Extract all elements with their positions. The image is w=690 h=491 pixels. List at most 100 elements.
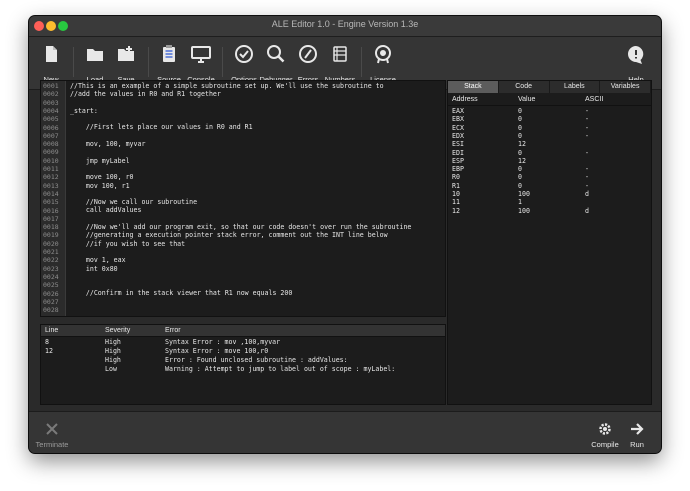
code-line[interactable] [70,273,445,281]
code-line[interactable] [70,99,445,107]
code-line[interactable]: move 100, r0 [70,173,445,181]
stack-row[interactable]: R0 0 - [448,173,651,181]
stack-row[interactable]: R1 0 - [448,182,651,190]
code-line[interactable] [70,132,445,140]
terminate-button[interactable]: Terminate [36,412,68,453]
line-number: 0009 [43,148,59,157]
stack-ascii: d [585,206,589,215]
stack-ascii: - [585,165,589,174]
stack-row[interactable]: ESP 12 [448,157,651,165]
stack-row[interactable]: EBX 0 - [448,115,651,123]
line-number: 0003 [43,98,59,107]
magnifier-icon [267,45,285,63]
stack-ascii: - [585,123,589,132]
stack-row[interactable]: 12 100 d [448,207,651,215]
error-severity: High [105,338,121,346]
stack-ascii: - [585,181,589,190]
line-number: 0010 [43,156,59,165]
code-line[interactable]: //First lets place our values in R0 and … [70,123,445,131]
code-line[interactable] [70,190,445,198]
line-number: 0026 [43,289,59,298]
code-line[interactable]: mov, 100, myvar [70,140,445,148]
code-line[interactable] [70,215,445,223]
stack-row[interactable]: 11 1 [448,198,651,206]
stack-row[interactable]: ESI 12 [448,140,651,148]
source-document-icon [163,45,175,62]
toolbar-separator [73,47,74,77]
error-pen-icon [299,45,317,63]
code-line[interactable] [70,115,445,123]
stack-value: 100 [518,190,530,198]
code-line[interactable]: //Confirm in the stack viewer that R1 no… [70,289,445,297]
stack-value: 12 [518,140,526,149]
tab-variables[interactable]: Variables [600,81,651,93]
checkmark-circle-icon [235,45,253,63]
line-number: 0002 [43,90,59,99]
line-number: 0019 [43,231,59,240]
stack-ascii: - [585,148,589,157]
tab-labels[interactable]: Labels [550,81,601,93]
stack-address: 11 [452,198,460,207]
stack-row[interactable]: ECX 0 - [448,124,651,132]
code-line[interactable] [70,248,445,256]
error-row[interactable]: 8 High Syntax Error : mov ,100,myvar [41,338,445,347]
stack-value: 0 [518,123,522,132]
tab-code[interactable]: Code [499,81,550,93]
code-line[interactable] [70,281,445,289]
code-line[interactable]: //add the values in R0 and R1 together [70,90,445,98]
stack-row[interactable]: EDI 0 - [448,149,651,157]
inspector-panel: Stack Code Labels Variables Address Value A… [447,80,652,405]
stack-row[interactable]: EBP 0 - [448,165,651,173]
line-number: 0005 [43,115,59,124]
run-button[interactable]: Run [625,412,649,453]
code-line[interactable]: //Now we call our subroutine [70,198,445,206]
bottom-action-bar: Terminate Compile Run [29,411,661,453]
tab-stack[interactable]: Stack [448,81,499,93]
code-line[interactable] [70,306,445,314]
code-line[interactable]: //This is an example of a simple subrout… [70,82,445,90]
error-error: Error : Found unclosed subroutine : addV… [165,356,348,364]
line-number: 0011 [43,165,59,173]
code-line[interactable] [70,148,445,156]
code-editor[interactable]: 0001 0002 0003 0004 0005 0006 0007 0008 0009 0010… [40,80,446,317]
code-line[interactable]: //generating a execution pointer stack e… [70,231,445,239]
stack-address: ESI [452,140,464,149]
stack-value: 0 [518,173,522,182]
stack-value: 0 [518,148,522,157]
code-line[interactable]: jmp myLabel [70,157,445,165]
terminate-x-icon [46,423,58,435]
license-badge-icon [375,45,391,64]
code-line[interactable]: int 0x80 [70,265,445,273]
line-number: 0020 [43,239,59,248]
code-line[interactable]: //if you wish to see that [70,240,445,248]
code-line[interactable]: _start: [70,107,445,115]
stack-value: 0 [518,115,522,124]
app-window: ALE Editor 1.0 - Engine Version 1.3e New… [29,16,661,453]
error-row[interactable]: High Error : Found unclosed subroutine : … [41,356,445,365]
line-number: 0025 [43,281,59,290]
code-line[interactable]: mov 1, eax [70,256,445,264]
code-text-area[interactable]: //This is an example of a simple subrout… [70,81,445,316]
code-line[interactable] [70,165,445,173]
stack-row[interactable]: 10 100 d [448,190,651,198]
error-row[interactable]: Low Warning : Attempt to jump to label ou… [41,365,445,374]
line-number: 0022 [43,256,59,265]
header-ascii: ASCII [585,96,604,103]
line-number: 0008 [43,140,59,149]
line-number: 0004 [43,106,59,115]
gear-icon [599,423,611,435]
code-line[interactable]: mov 100, r1 [70,182,445,190]
code-line[interactable]: call addValues [70,206,445,214]
header-severity: Severity [105,327,131,334]
code-line[interactable] [70,298,445,306]
stack-ascii: - [585,115,589,124]
error-list-header: Line Severity Error [41,325,445,337]
error-row[interactable]: 12 High Syntax Error : move 100,r0 [41,347,445,356]
code-line[interactable]: //Now we'll add our program exit, so tha… [70,223,445,231]
stack-address: 10 [452,190,460,198]
stack-row[interactable]: EAX 0 - [448,107,651,115]
stack-row[interactable]: EDX 0 - [448,132,651,140]
error-error: Warning : Attempt to jump to label out o… [165,365,396,373]
error-line: 12 [45,347,53,355]
line-number: 0028 [43,306,59,315]
